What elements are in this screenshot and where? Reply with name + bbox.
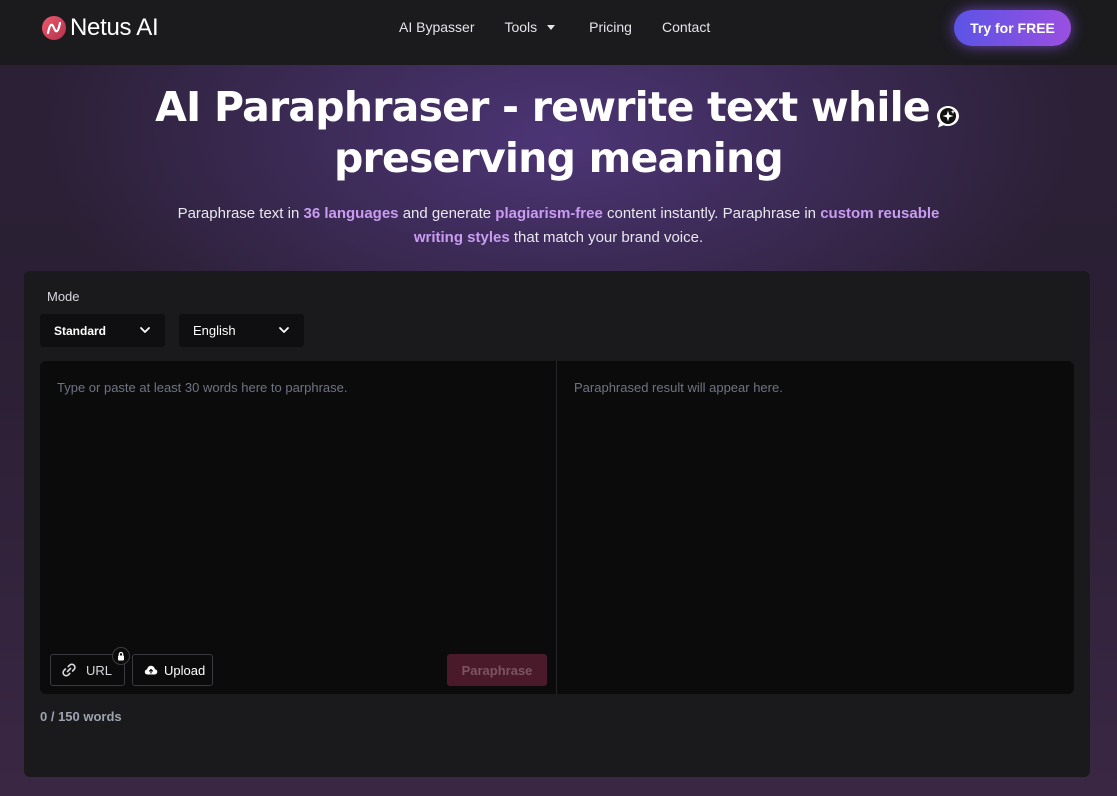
subtitle-highlight-languages: 36 languages (303, 205, 399, 222)
logo-text: Netus AI (70, 14, 159, 41)
subtitle-highlight-plagiarism: plagiarism-free (495, 205, 603, 222)
paraphraser-card: Mode Standard English Type or paste at l… (24, 271, 1090, 777)
word-counter: 0 / 150 words (40, 709, 122, 724)
mode-select-value: Standard (54, 323, 107, 338)
nav-link-tools[interactable]: Tools (504, 19, 556, 35)
url-button-label: URL (86, 662, 113, 678)
output-placeholder: Paraphrased result will appear here. (574, 380, 783, 395)
nav-link-contact[interactable]: Contact (662, 19, 710, 35)
output-pane: Paraphrased result will appear here. (557, 361, 1074, 694)
title-line-1: AI Paraphraser - rewrite text while (0, 82, 1117, 133)
nav-link-ai-bypasser[interactable]: AI Bypasser (399, 19, 474, 35)
subtitle-text-1: Paraphrase text in (177, 205, 304, 222)
chevron-down-icon (279, 327, 289, 333)
subtitle-text-2: and generate (398, 205, 496, 222)
language-select-value: English (193, 323, 236, 338)
page-title: AI Paraphraser - rewrite text while pres… (0, 82, 1117, 184)
chevron-down-icon (140, 327, 150, 333)
mode-label: Mode (47, 289, 80, 304)
try-for-free-button[interactable]: Try for FREE (954, 10, 1071, 46)
nav-link-tools-label: Tools (504, 19, 538, 35)
link-icon (62, 663, 76, 677)
top-navbar: Netus AI AI Bypasser Tools Pricing Conta… (0, 0, 1117, 65)
title-line-1-text: AI Paraphraser - rewrite text while (155, 83, 931, 131)
cloud-upload-icon (144, 665, 158, 675)
paraphrase-button[interactable]: Paraphrase (447, 654, 547, 686)
input-textarea-placeholder[interactable]: Type or paste at least 30 words here to … (57, 380, 348, 395)
upload-button-label: Upload (164, 662, 206, 678)
language-select[interactable]: English (179, 314, 304, 347)
upload-button[interactable]: Upload (132, 654, 213, 686)
mode-select[interactable]: Standard (40, 314, 165, 347)
subtitle-text-4: that match your brand voice. (509, 229, 704, 246)
caret-down-icon (547, 24, 556, 30)
nav-links: AI Bypasser Tools Pricing Contact (399, 19, 710, 35)
title-line-2: preserving meaning (334, 134, 784, 182)
editor-area: Type or paste at least 30 words here to … (40, 361, 1074, 694)
lock-icon (112, 647, 130, 665)
sparkle-chat-icon (934, 92, 962, 128)
subtitle-text-3: content instantly. Paraphrase in (602, 205, 821, 222)
logo[interactable]: Netus AI (42, 14, 159, 42)
netus-logo-icon (42, 16, 66, 40)
hero-subtitle: Paraphrase text in 36 languages and gene… (170, 202, 947, 250)
nav-link-pricing[interactable]: Pricing (589, 19, 632, 35)
input-pane[interactable]: Type or paste at least 30 words here to … (40, 361, 557, 694)
